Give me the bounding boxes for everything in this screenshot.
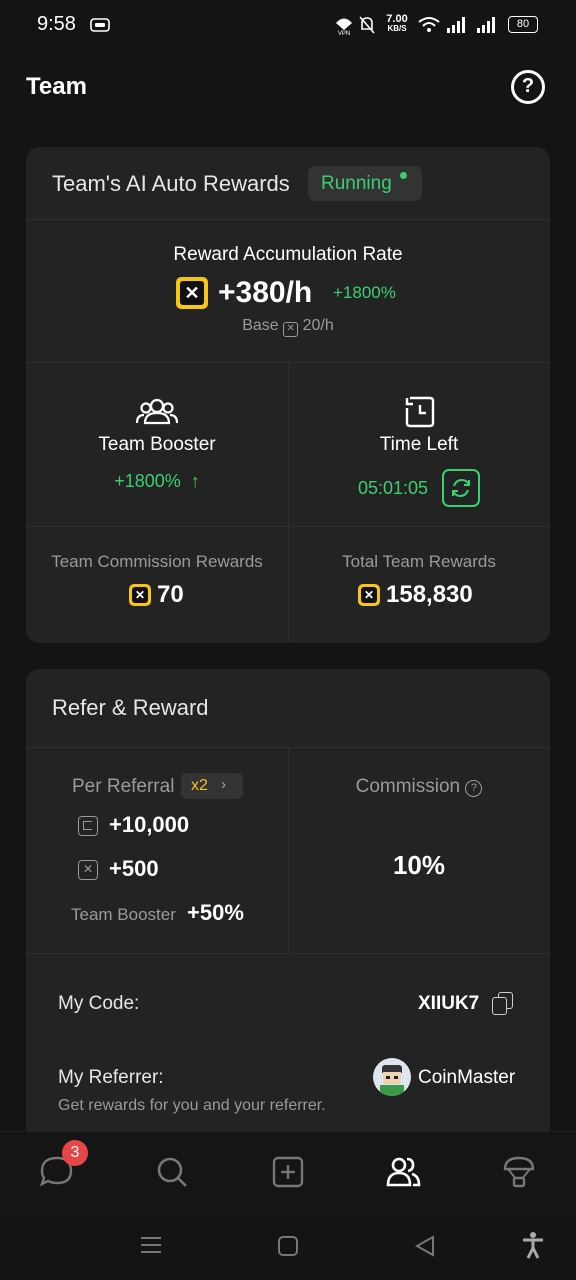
airdrop-icon[interactable] (499, 1152, 539, 1192)
multiplier-button[interactable]: x2 › (181, 773, 243, 799)
base-token-icon: ✕ (283, 322, 299, 337)
my-code-value: XIIUK7 (418, 993, 480, 1014)
commission-label: Commission ? (288, 776, 550, 798)
referral-booster-value: +50% (187, 900, 244, 925)
system-nav-bar (0, 1213, 576, 1280)
token-icon: ✕ (176, 277, 208, 309)
arrow-up-icon: ↑ (185, 471, 200, 491)
search-icon[interactable] (152, 1152, 192, 1192)
per-referral-label: Per Referral (72, 776, 175, 797)
rate-bonus: +1800% (333, 283, 396, 302)
team-commission-label: Team Commission Rewards (51, 552, 263, 571)
status-badge: Running (308, 166, 422, 201)
team-commission-value: 70 (157, 581, 184, 608)
ai-rewards-card: Team's AI Auto Rewards Running Reward Ac… (26, 147, 550, 643)
coin-reward: +10,000 (109, 812, 190, 837)
page-title: Team (26, 73, 87, 100)
battery-icon: 80 (508, 16, 538, 33)
referrer-note: Get rewards for you and your referrer. (58, 1097, 326, 1114)
bell-muted-icon (359, 16, 375, 34)
wifi-icon (418, 17, 440, 32)
bottom-nav (0, 1131, 576, 1213)
token-outline-icon: ✕ (78, 860, 98, 880)
token-icon: ✕ (358, 584, 380, 606)
total-rewards-label: Total Team Rewards (342, 552, 496, 571)
team-icon[interactable] (383, 1152, 423, 1192)
rate-value: +380/h (218, 276, 313, 309)
network-speed: 7.00 KB/S (386, 13, 408, 34)
help-icon[interactable]: ? (511, 70, 545, 104)
time-left-label: Time Left (379, 434, 459, 455)
base-rate: Base ✕ 20/h (26, 317, 550, 337)
team-booster-value: +1800% ↑ (114, 471, 200, 491)
refer-reward-card: Refer & Reward Per Referral x2 › +10,000… (26, 669, 550, 1139)
refresh-button[interactable] (442, 469, 480, 507)
home-icon[interactable] (277, 1235, 299, 1257)
commission-value: 10% (392, 850, 446, 880)
ai-rewards-title: Team's AI Auto Rewards (52, 171, 290, 196)
status-bar: 9:58 VPN 7.00 KB/S 80 (0, 0, 576, 50)
team-booster-label: Team Booster (98, 434, 216, 455)
copy-icon[interactable] (492, 992, 514, 1016)
back-icon[interactable] (414, 1235, 436, 1257)
status-time: 9:58 (37, 13, 76, 35)
avatar (373, 1058, 411, 1096)
add-icon[interactable] (268, 1152, 308, 1192)
team-booster-icon (136, 398, 178, 425)
referral-booster-label: Team Booster (71, 905, 176, 924)
vpn-icon: VPN (336, 18, 352, 36)
total-rewards-value: 158,830 (386, 581, 473, 608)
coin-icon (78, 816, 98, 836)
rate-label: Reward Accumulation Rate (173, 244, 403, 265)
my-code-label: My Code: (58, 993, 140, 1014)
token-icon: ✕ (129, 584, 151, 606)
status-dot (400, 172, 407, 179)
svg-text:VPN: VPN (338, 31, 350, 36)
screen-record-icon (90, 18, 110, 32)
chat-badge: 3 (62, 1140, 88, 1166)
signal-icon-2 (477, 17, 495, 33)
help-circle-icon[interactable]: ? (465, 780, 483, 797)
token-reward: +500 (109, 856, 159, 881)
refresh-icon (452, 478, 470, 498)
my-referrer-label: My Referrer: (58, 1067, 164, 1088)
signal-icon-1 (447, 17, 465, 33)
chevron-right-icon: › (221, 776, 226, 793)
time-left-value: 05:01:05 (358, 478, 429, 498)
menu-icon[interactable] (140, 1235, 162, 1255)
referrer-name: CoinMaster (418, 1067, 516, 1088)
header: Team ? (0, 60, 576, 116)
rate-row: ✕ +380/h +1800% (176, 275, 476, 311)
timer-icon (405, 396, 435, 428)
accessibility-icon[interactable] (521, 1231, 545, 1259)
refer-title: Refer & Reward (52, 695, 209, 720)
